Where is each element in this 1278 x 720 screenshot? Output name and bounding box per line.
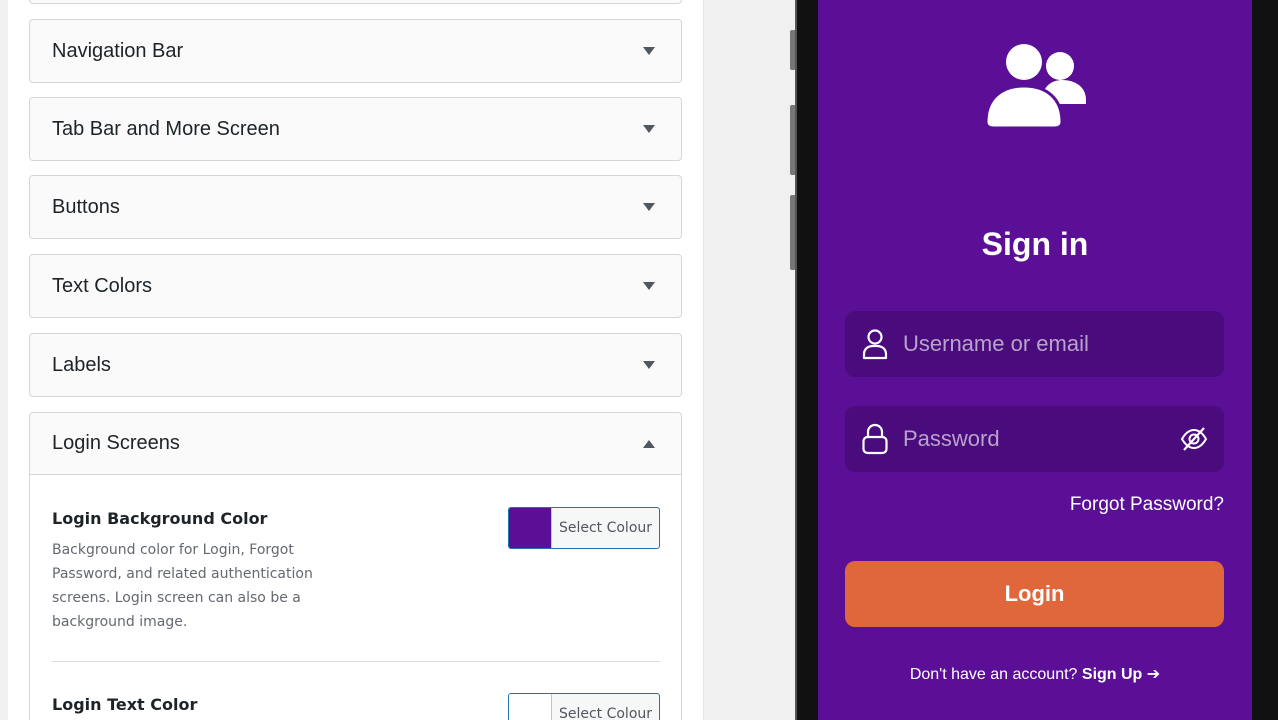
select-colour-button[interactable]: Select Colour [508,693,660,720]
lock-icon [862,423,888,455]
section-header[interactable]: Tab Bar and More Screen [30,98,681,160]
signup-link[interactable]: Sign Up ➔ [1082,666,1160,683]
settings-panel: Navigation Bar Tab Bar and More Screen B… [8,0,704,720]
section-title: Labels [52,353,111,376]
password-placeholder: Password [903,426,1000,451]
login-screen-preview: Sign in Username or email Password Forgo… [818,0,1252,720]
chevron-down-icon [643,282,655,290]
login-button[interactable]: Login [845,561,1224,627]
section-text-colors[interactable]: Text Colors [29,254,682,318]
section-navigation-bar[interactable]: Navigation Bar [29,19,682,83]
chevron-down-icon [643,361,655,369]
username-field[interactable]: Username or email [845,311,1224,377]
previous-section-edge [29,0,682,4]
chevron-down-icon [643,125,655,133]
setting-login-text-color: Login Text Color Select Colour [52,693,660,720]
section-buttons[interactable]: Buttons [29,175,682,239]
section-header[interactable]: Buttons [30,176,681,238]
forgot-password-link[interactable]: Forgot Password? [1070,494,1224,516]
setting-description: Background color for Login, Forgot Passw… [52,542,313,630]
page-title: Sign in [981,226,1089,262]
color-swatch [509,694,552,720]
section-labels[interactable]: Labels [29,333,682,397]
user-icon [862,329,888,360]
chevron-down-icon [643,47,655,55]
select-colour-label: Select Colour [558,706,653,720]
section-title: Tab Bar and More Screen [52,117,280,140]
color-swatch [509,508,552,548]
signup-prompt-row: Don't have an account? Sign Up ➔ [818,664,1252,684]
section-title: Login Screens [52,432,180,454]
setting-login-background-color: Login Background Color Background color … [52,507,660,634]
section-title: Navigation Bar [52,39,184,62]
section-header[interactable]: Labels [30,334,681,396]
section-login-screens: Login Screens Login Background Color Bac… [29,412,682,720]
signup-prompt-text: Don't have an account? [909,666,1078,683]
chevron-up-icon [643,440,655,448]
users-icon [984,41,1086,130]
eye-off-icon[interactable] [1180,426,1208,452]
section-title: Buttons [52,195,120,218]
divider [52,661,660,662]
section-title: Text Colors [52,274,153,297]
select-colour-label: Select Colour [558,520,653,536]
section-header[interactable]: Login Screens [30,413,681,475]
section-header[interactable]: Navigation Bar [30,20,681,82]
chevron-down-icon [643,203,655,211]
username-placeholder: Username or email [903,331,1089,356]
section-tab-bar[interactable]: Tab Bar and More Screen [29,97,682,161]
section-header[interactable]: Text Colors [30,255,681,317]
password-field[interactable]: Password [845,406,1224,472]
select-colour-button[interactable]: Select Colour [508,507,660,549]
